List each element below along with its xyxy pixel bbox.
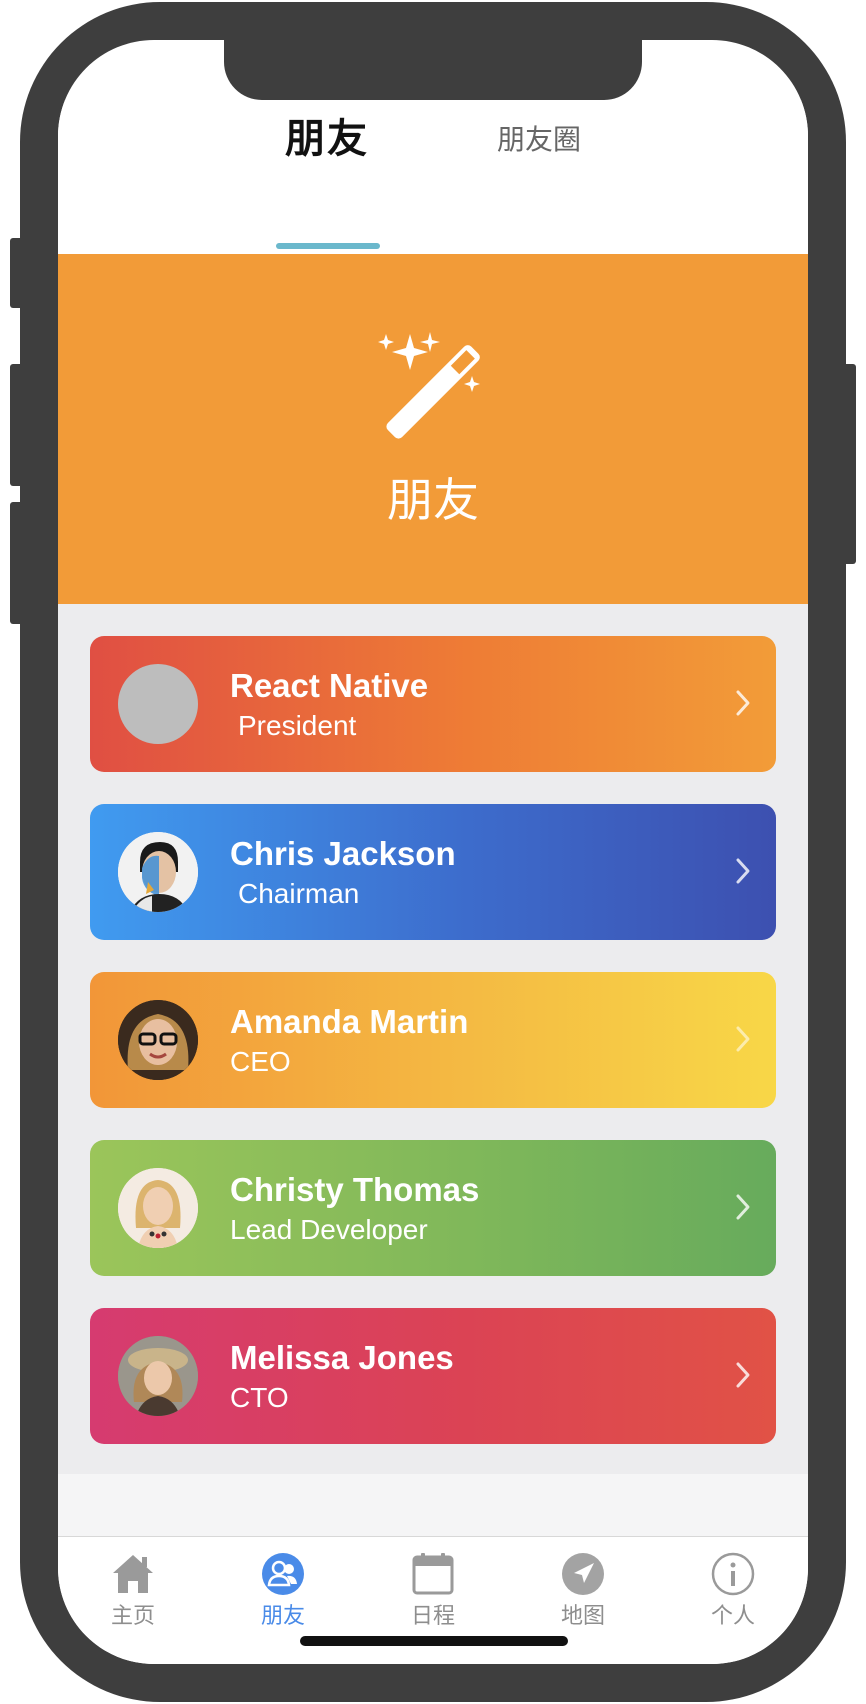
tab-friends-label: 朋友	[285, 116, 369, 162]
nav-profile-label: 个人	[710, 1604, 755, 1629]
calendar-icon	[412, 1553, 454, 1595]
volume-up-button	[10, 364, 28, 486]
friend-card-chris-jackson[interactable]: Chris Jackson Chairman	[90, 804, 776, 940]
avatar	[118, 832, 198, 912]
friend-name: Amanda Martin	[230, 1003, 469, 1040]
tab-active-indicator	[276, 243, 380, 249]
people-icon	[262, 1553, 304, 1595]
tab-friends[interactable]: 朋友	[272, 114, 382, 180]
friend-role: Lead Developer	[230, 1214, 428, 1245]
volume-down-button	[10, 502, 28, 624]
nav-map-label: 地图	[560, 1604, 605, 1629]
location-arrow-icon	[562, 1553, 604, 1595]
nav-home[interactable]: 主页	[78, 1551, 188, 1641]
avatar	[118, 1168, 198, 1248]
mute-switch	[10, 238, 28, 308]
top-tab-bar	[58, 100, 808, 254]
notch	[224, 40, 642, 100]
tab-moments[interactable]: 朋友圈	[494, 120, 584, 160]
nav-friends[interactable]: 朋友	[228, 1551, 338, 1641]
phone-screen: 朋友 朋友圈 朋友 React Native President Chris J…	[58, 40, 808, 1664]
nav-profile[interactable]: 个人	[678, 1551, 788, 1641]
power-button	[836, 364, 856, 564]
friend-role: CTO	[230, 1382, 289, 1413]
avatar-placeholder	[118, 664, 198, 744]
friend-role: President	[238, 710, 357, 741]
hero-banner: 朋友	[58, 254, 808, 604]
chevron-right-icon	[736, 690, 750, 716]
nav-home-label: 主页	[110, 1604, 155, 1629]
chevron-right-icon	[736, 1362, 750, 1388]
friend-name: React Native	[230, 667, 429, 704]
nav-schedule-label: 日程	[410, 1604, 455, 1629]
friend-card-react-native[interactable]: React Native President	[90, 636, 776, 772]
nav-schedule[interactable]: 日程	[378, 1551, 488, 1641]
friend-name: Christy Thomas	[230, 1171, 480, 1208]
nav-friends-label: 朋友	[260, 1604, 305, 1629]
friend-card-melissa-jones[interactable]: Melissa Jones CTO	[90, 1308, 776, 1444]
chevron-right-icon	[736, 1194, 750, 1220]
info-icon	[711, 1552, 755, 1596]
friend-role: Chairman	[238, 878, 360, 909]
home-icon	[113, 1555, 153, 1593]
chevron-right-icon	[736, 1026, 750, 1052]
magic-wand-icon	[378, 332, 480, 439]
home-indicator[interactable]	[300, 1636, 568, 1646]
friend-card-amanda-martin[interactable]: Amanda Martin CEO	[90, 972, 776, 1108]
friend-card-christy-thomas[interactable]: Christy Thomas Lead Developer	[90, 1140, 776, 1276]
friend-name: Melissa Jones	[230, 1339, 454, 1376]
avatar	[118, 1000, 198, 1080]
list-footer-space	[58, 1474, 808, 1536]
nav-map[interactable]: 地图	[528, 1551, 638, 1641]
friend-role: CEO	[230, 1046, 291, 1077]
friend-name: Chris Jackson	[230, 835, 456, 872]
friend-list: React Native President Chris Jackson Cha…	[58, 604, 808, 1474]
hero-title: 朋友	[387, 473, 479, 527]
avatar	[118, 1336, 198, 1416]
chevron-right-icon	[736, 858, 750, 884]
